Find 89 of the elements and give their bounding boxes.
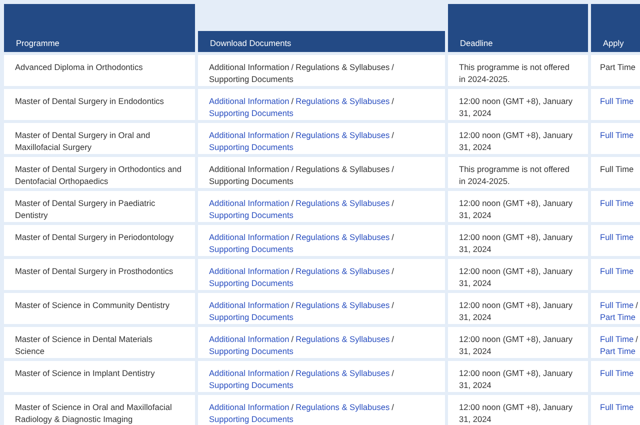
table-cell: Advanced Diploma in Orthodontics <box>4 55 195 86</box>
separator-slash: / <box>392 198 394 208</box>
table-cell: This programme is not offered in 2024-2025. <box>448 157 588 188</box>
separator-slash: / <box>392 164 394 174</box>
separator-slash: / <box>392 334 394 344</box>
apply-text: Full Time <box>600 164 634 174</box>
document-link[interactable]: Regulations & Syllabuses <box>296 198 390 208</box>
document-link[interactable]: Supporting Documents <box>209 414 294 424</box>
document-link[interactable]: Supporting Documents <box>209 346 294 356</box>
table-cell: Master of Science in Dental Materials Science <box>4 327 195 358</box>
document-link[interactable]: Additional Information <box>209 266 290 276</box>
table-cell: This programme is not offered in 2024-2025. <box>448 55 588 86</box>
table-cell: 12:00 noon (GMT +8), January 31, 2024 <box>448 293 588 324</box>
document-link[interactable]: Additional Information <box>209 368 290 378</box>
apply-text: Part Time <box>600 62 636 72</box>
table-cell: 12:00 noon (GMT +8), January 31, 2024 <box>448 361 588 392</box>
document-text: Regulations & Syllabuses <box>296 62 390 72</box>
table-cell: 12:00 noon (GMT +8), January 31, 2024 <box>448 123 588 154</box>
separator-slash: / <box>636 334 638 344</box>
separator-slash: / <box>291 96 294 106</box>
document-link[interactable]: Regulations & Syllabuses <box>296 368 390 378</box>
document-link[interactable]: Supporting Documents <box>209 210 294 220</box>
table-cell: 12:00 noon (GMT +8), January 31, 2024 <box>448 225 588 256</box>
separator-slash: / <box>392 402 394 412</box>
table-cell: Master of Dental Surgery in Oral and Maxillofacial Surgery <box>4 123 195 154</box>
document-link[interactable]: Regulations & Syllabuses <box>296 334 390 344</box>
separator-slash: / <box>392 266 394 276</box>
separator-slash: / <box>291 402 294 412</box>
document-text: Additional Information <box>209 62 290 72</box>
document-link[interactable]: Additional Information <box>209 198 290 208</box>
apply-link[interactable]: Full Time <box>600 334 634 344</box>
document-link[interactable]: Regulations & Syllabuses <box>296 130 390 140</box>
table-cell: 12:00 noon (GMT +8), January 31, 2024 <box>448 259 588 290</box>
table-cell: 12:00 noon (GMT +8), January 31, 2024 <box>448 191 588 222</box>
document-link[interactable]: Supporting Documents <box>209 108 294 118</box>
table-cell: 12:00 noon (GMT +8), January 31, 2024 <box>448 327 588 358</box>
apply-link[interactable]: Part Time <box>600 312 636 322</box>
document-text: Supporting Documents <box>209 176 294 186</box>
separator-slash: / <box>291 334 294 344</box>
column-header: Programme <box>4 4 195 52</box>
column-header: Apply <box>591 4 640 52</box>
table-cell: Master of Dental Surgery in Periodontology <box>4 225 195 256</box>
document-link[interactable]: Additional Information <box>209 130 290 140</box>
separator-slash: / <box>392 96 394 106</box>
document-link[interactable]: Supporting Documents <box>209 380 294 390</box>
table-cell: 12:00 noon (GMT +8), January 31, 2024 <box>448 89 588 120</box>
separator-slash: / <box>291 300 294 310</box>
separator-slash: / <box>291 266 294 276</box>
document-link[interactable]: Supporting Documents <box>209 244 294 254</box>
separator-slash: / <box>291 130 294 140</box>
separator-slash: / <box>291 62 294 72</box>
document-link[interactable]: Regulations & Syllabuses <box>296 266 390 276</box>
table-cell: Master of Dental Surgery in Prosthodontics <box>4 259 195 290</box>
separator-slash: / <box>392 300 394 310</box>
apply-link[interactable]: Part Time <box>600 346 636 356</box>
document-link[interactable]: Supporting Documents <box>209 312 294 322</box>
document-text: Additional Information <box>209 164 290 174</box>
document-link[interactable]: Regulations & Syllabuses <box>296 402 390 412</box>
document-link[interactable]: Regulations & Syllabuses <box>296 232 390 242</box>
document-link[interactable]: Regulations & Syllabuses <box>296 96 390 106</box>
separator-slash: / <box>392 62 394 72</box>
document-link[interactable]: Additional Information <box>209 232 290 242</box>
document-text: Supporting Documents <box>209 74 294 84</box>
table-cell: Master of Science in Community Dentistry <box>4 293 195 324</box>
column-header: Deadline <box>448 4 588 52</box>
separator-slash: / <box>291 198 294 208</box>
table-cell: Master of Dental Surgery in Orthodontics and Dentofacial Orthopaedics <box>4 157 195 188</box>
document-link[interactable]: Additional Information <box>209 402 290 412</box>
table-cell: Master of Dental Surgery in Paediatric Dentistry <box>4 191 195 222</box>
separator-slash: / <box>392 130 394 140</box>
separator-slash: / <box>291 232 294 242</box>
document-link[interactable]: Supporting Documents <box>209 278 294 288</box>
separator-slash: / <box>636 300 638 310</box>
document-link[interactable]: Additional Information <box>209 334 290 344</box>
document-text: Regulations & Syllabuses <box>296 164 390 174</box>
separator-slash: / <box>291 164 294 174</box>
apply-link[interactable]: Full Time <box>600 300 634 310</box>
table-cell: Master of Science in Implant Dentistry <box>4 361 195 392</box>
separator-slash: / <box>392 368 394 378</box>
table-cell: Master of Science in Oral and Maxillofacial Radiology & Diagnostic Imaging <box>4 395 195 425</box>
document-link[interactable]: Additional Information <box>209 96 290 106</box>
document-link[interactable]: Regulations & Syllabuses <box>296 300 390 310</box>
separator-slash: / <box>392 232 394 242</box>
document-link[interactable]: Supporting Documents <box>209 142 294 152</box>
table-cell: 12:00 noon (GMT +8), January 31, 2024 <box>448 395 588 425</box>
table-cell: Master of Dental Surgery in Endodontics <box>4 89 195 120</box>
separator-slash: / <box>291 368 294 378</box>
column-header: Download Documents <box>198 31 445 52</box>
document-link[interactable]: Additional Information <box>209 300 290 310</box>
